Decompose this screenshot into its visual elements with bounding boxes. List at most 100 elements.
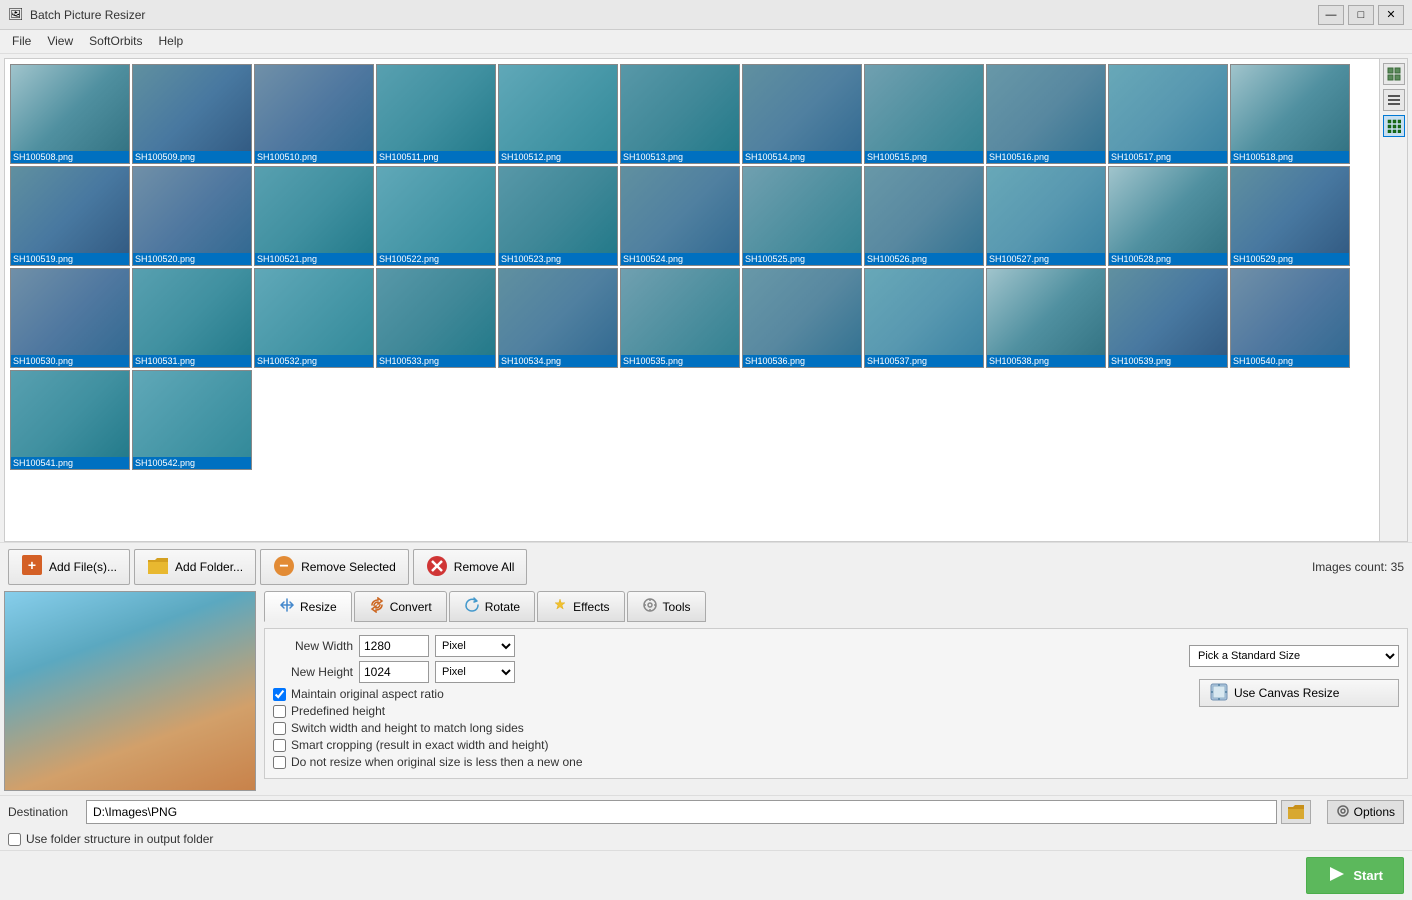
thumb-label-18: SH100526.png: [865, 253, 983, 265]
image-thumb-15[interactable]: SH100523.png: [498, 166, 618, 266]
image-thumb-33[interactable]: SH100541.png: [10, 370, 130, 470]
tab-rotate[interactable]: Rotate: [449, 591, 535, 622]
smart-cropping-checkbox[interactable]: [273, 739, 286, 752]
switch-width-height-label[interactable]: Switch width and height to match long si…: [291, 721, 524, 735]
rotate-tab-icon: [464, 597, 480, 616]
thumb-inner-19: [987, 167, 1105, 247]
add-files-button[interactable]: + Add File(s)...: [8, 549, 130, 585]
image-thumb-19[interactable]: SH100527.png: [986, 166, 1106, 266]
thumb-label-14: SH100522.png: [377, 253, 495, 265]
image-thumb-12[interactable]: SH100520.png: [132, 166, 252, 266]
image-thumb-1[interactable]: SH100509.png: [132, 64, 252, 164]
menu-help[interactable]: Help: [151, 32, 192, 51]
menu-file[interactable]: File: [4, 32, 39, 51]
new-width-label: New Width: [273, 639, 353, 653]
thumb-inner-17: [743, 167, 861, 247]
image-thumb-22[interactable]: SH100530.png: [10, 268, 130, 368]
start-button[interactable]: Start: [1306, 857, 1404, 894]
thumb-label-31: SH100539.png: [1109, 355, 1227, 367]
height-unit-select[interactable]: PixelPercentInchcm: [435, 661, 515, 683]
maintain-aspect-label[interactable]: Maintain original aspect ratio: [291, 687, 444, 701]
thumb-inner-21: [1231, 167, 1349, 247]
image-thumb-0[interactable]: SH100508.png: [10, 64, 130, 164]
side-toolbar: [1379, 59, 1407, 541]
new-height-input[interactable]: [359, 661, 429, 683]
thumb-inner-9: [1109, 65, 1227, 145]
window-controls: — □ ✕: [1318, 5, 1404, 25]
image-thumb-2[interactable]: SH100510.png: [254, 64, 374, 164]
new-width-input[interactable]: [359, 635, 429, 657]
do-not-resize-checkbox[interactable]: [273, 756, 286, 769]
remove-selected-button[interactable]: − Remove Selected: [260, 549, 409, 585]
destination-browse-button[interactable]: [1281, 800, 1311, 824]
tab-tools[interactable]: Tools: [627, 591, 706, 622]
image-thumb-31[interactable]: SH100539.png: [1108, 268, 1228, 368]
thumb-inner-5: [621, 65, 739, 145]
image-thumb-25[interactable]: SH100533.png: [376, 268, 496, 368]
resize-right-col: Pick a Standard Size800x6001024x7681280x…: [1189, 635, 1399, 772]
tab-effects[interactable]: Effects: [537, 591, 624, 622]
effects-tab-icon: [552, 597, 568, 616]
thumb-label-26: SH100534.png: [499, 355, 617, 367]
image-grid-scroll[interactable]: SH100508.pngSH100509.pngSH100510.pngSH10…: [5, 59, 1379, 541]
image-thumb-10[interactable]: SH100518.png: [1230, 64, 1350, 164]
image-thumb-21[interactable]: SH100529.png: [1230, 166, 1350, 266]
use-folder-structure-label[interactable]: Use folder structure in output folder: [26, 832, 213, 846]
smart-cropping-label[interactable]: Smart cropping (result in exact width an…: [291, 738, 548, 752]
tab-tools-label: Tools: [663, 600, 691, 614]
thumb-inner-3: [377, 65, 495, 145]
remove-all-icon: [426, 555, 448, 580]
image-thumb-18[interactable]: SH100526.png: [864, 166, 984, 266]
images-count: Images count: 35: [1312, 560, 1404, 574]
start-row: Start: [0, 850, 1412, 900]
image-thumb-20[interactable]: SH100528.png: [1108, 166, 1228, 266]
image-thumb-11[interactable]: SH100519.png: [10, 166, 130, 266]
image-thumb-16[interactable]: SH100524.png: [620, 166, 740, 266]
width-unit-select[interactable]: PixelPercentInchcm: [435, 635, 515, 657]
image-thumb-8[interactable]: SH100516.png: [986, 64, 1106, 164]
predefined-height-label[interactable]: Predefined height: [291, 704, 385, 718]
image-thumb-28[interactable]: SH100536.png: [742, 268, 862, 368]
tab-resize[interactable]: Resize: [264, 591, 352, 622]
destination-input[interactable]: [86, 800, 1277, 824]
image-thumb-14[interactable]: SH100522.png: [376, 166, 496, 266]
image-thumb-26[interactable]: SH100534.png: [498, 268, 618, 368]
options-button[interactable]: Options: [1327, 800, 1404, 824]
menu-view[interactable]: View: [39, 32, 81, 51]
image-thumb-30[interactable]: SH100538.png: [986, 268, 1106, 368]
close-button[interactable]: ✕: [1378, 5, 1404, 25]
image-thumb-32[interactable]: SH100540.png: [1230, 268, 1350, 368]
remove-all-button[interactable]: Remove All: [413, 549, 528, 585]
image-thumb-34[interactable]: SH100542.png: [132, 370, 252, 470]
image-grid: SH100508.pngSH100509.pngSH100510.pngSH10…: [5, 59, 1379, 475]
minimize-button[interactable]: —: [1318, 5, 1344, 25]
image-thumb-24[interactable]: SH100532.png: [254, 268, 374, 368]
image-thumb-27[interactable]: SH100535.png: [620, 268, 740, 368]
image-thumb-6[interactable]: SH100514.png: [742, 64, 862, 164]
switch-width-height-checkbox[interactable]: [273, 722, 286, 735]
side-btn-3[interactable]: [1383, 115, 1405, 137]
image-thumb-4[interactable]: SH100512.png: [498, 64, 618, 164]
side-btn-1[interactable]: [1383, 63, 1405, 85]
side-btn-2[interactable]: [1383, 89, 1405, 111]
use-folder-structure-checkbox[interactable]: [8, 833, 21, 846]
maintain-aspect-checkbox[interactable]: [273, 688, 286, 701]
image-thumb-5[interactable]: SH100513.png: [620, 64, 740, 164]
image-thumb-9[interactable]: SH100517.png: [1108, 64, 1228, 164]
tab-convert[interactable]: Convert: [354, 591, 447, 622]
predefined-height-checkbox[interactable]: [273, 705, 286, 718]
image-thumb-29[interactable]: SH100537.png: [864, 268, 984, 368]
maximize-button[interactable]: □: [1348, 5, 1374, 25]
menu-softorbits[interactable]: SoftOrbits: [81, 32, 150, 51]
image-thumb-17[interactable]: SH100525.png: [742, 166, 862, 266]
thumb-label-6: SH100514.png: [743, 151, 861, 163]
thumb-inner-25: [377, 269, 495, 349]
standard-size-select[interactable]: Pick a Standard Size800x6001024x7681280x…: [1189, 645, 1399, 667]
use-canvas-resize-button[interactable]: Use Canvas Resize: [1199, 679, 1399, 707]
image-thumb-3[interactable]: SH100511.png: [376, 64, 496, 164]
image-thumb-13[interactable]: SH100521.png: [254, 166, 374, 266]
add-folder-button[interactable]: Add Folder...: [134, 549, 256, 585]
do-not-resize-label[interactable]: Do not resize when original size is less…: [291, 755, 583, 769]
image-thumb-23[interactable]: SH100531.png: [132, 268, 252, 368]
image-thumb-7[interactable]: SH100515.png: [864, 64, 984, 164]
